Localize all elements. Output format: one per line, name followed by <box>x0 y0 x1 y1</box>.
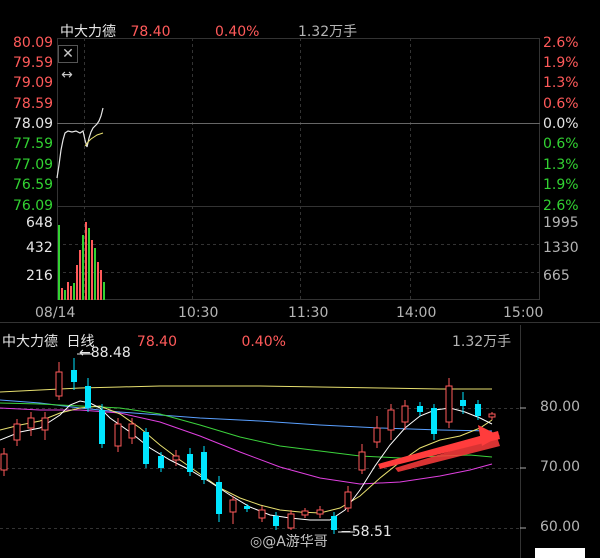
daily-price-tick: 60.00 <box>540 519 581 535</box>
low-price-marker: −58.51 <box>340 524 392 540</box>
stock-name: 中大力德 <box>2 334 58 350</box>
high-price-marker: ←88.48 <box>79 345 131 361</box>
ma-line-blue <box>0 399 493 432</box>
ma-line-yellow-short <box>0 405 493 514</box>
daily-volume: 1.32万手 <box>452 334 512 350</box>
watermark: ◎@A游华哥 <box>250 534 328 550</box>
daily-change-percent: 0.40% <box>241 334 286 350</box>
ma-line-magenta <box>0 407 493 485</box>
daily-price: 78.40 <box>136 334 177 350</box>
daily-header: 中大力德 日线 78.40 0.40% <box>2 331 286 351</box>
daily-price-tick: 70.00 <box>540 459 581 475</box>
bottom-bar <box>535 548 585 558</box>
left-arrow-icon: ← <box>79 345 91 361</box>
intraday-volume-bars <box>58 222 105 300</box>
chart-canvas <box>0 38 600 558</box>
daily-price-tick: 80.00 <box>540 399 581 415</box>
dash-icon: − <box>340 524 352 540</box>
weibo-logo-icon: ◎ <box>250 534 263 550</box>
intraday-grid <box>57 38 540 300</box>
ma-line-white <box>0 400 493 521</box>
intraday-price-line <box>56 107 104 179</box>
daily-candles <box>0 358 496 534</box>
